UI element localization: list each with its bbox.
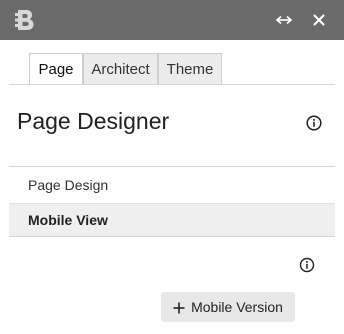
plus-icon — [173, 301, 185, 314]
tab-page[interactable]: Page — [29, 53, 83, 84]
page-title: Page Designer — [17, 108, 170, 134]
nav-item-label: Page Design — [28, 177, 109, 193]
nav-item-page-design[interactable]: Page Design — [9, 168, 335, 202]
nav-item-mobile-view[interactable]: Mobile View — [9, 203, 335, 237]
tab-bar-divider — [9, 84, 335, 85]
add-mobile-version-button[interactable]: Mobile Version — [161, 292, 295, 322]
add-mobile-version-label: Mobile Version — [191, 299, 283, 315]
tab-architect[interactable]: Architect — [83, 53, 158, 84]
horizontal-resize-arrows-icon[interactable] — [272, 8, 296, 32]
close-icon[interactable] — [307, 8, 331, 32]
tab-bar: Page Architect Theme — [29, 53, 222, 84]
nav-item-label: Mobile View — [28, 212, 108, 228]
section-divider — [9, 166, 335, 167]
window-titlebar — [0, 0, 344, 40]
info-icon[interactable] — [306, 115, 322, 131]
info-icon[interactable] — [299, 257, 315, 273]
b-logo-icon — [12, 8, 38, 32]
tab-theme[interactable]: Theme — [158, 53, 222, 84]
